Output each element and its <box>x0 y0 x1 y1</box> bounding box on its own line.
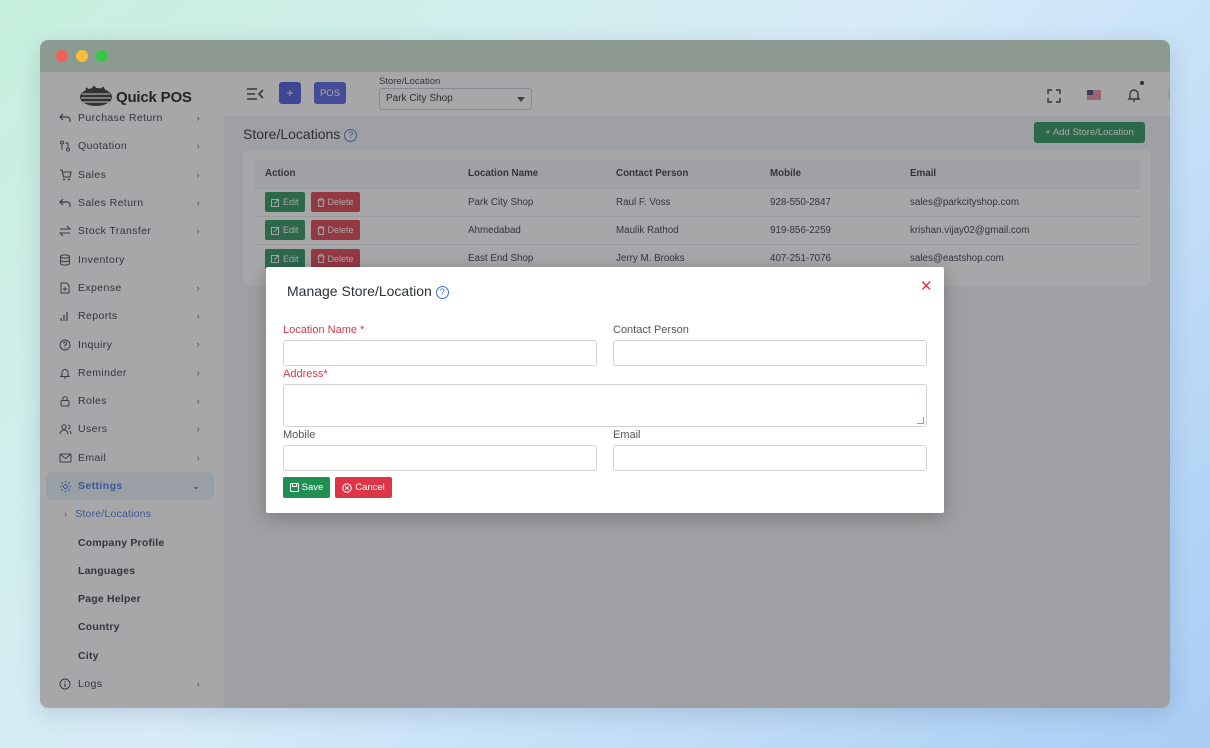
save-label: Save <box>301 482 324 493</box>
contact-person-input[interactable] <box>613 340 927 366</box>
maximize-window-button[interactable] <box>96 50 108 62</box>
location-name-label: Location Name * <box>283 324 365 336</box>
address-label: Address* <box>283 368 328 380</box>
minimize-window-button[interactable] <box>76 50 88 62</box>
save-button[interactable]: Save <box>283 477 330 498</box>
app-window: Quick POS Purchase Return › Quotation › Sale… <box>40 40 1170 708</box>
mobile-label: Mobile <box>283 429 316 441</box>
manage-store-location-modal: Manage Store/Location? ✕ Location Name *… <box>266 267 944 513</box>
help-icon[interactable]: ? <box>435 286 449 299</box>
email-label: Email <box>613 429 641 441</box>
contact-person-label: Contact Person <box>613 324 689 336</box>
modal-title: Manage Store/Location? <box>287 283 449 299</box>
close-icon[interactable]: ✕ <box>920 277 933 295</box>
mobile-input[interactable] <box>283 445 597 471</box>
location-name-input[interactable] <box>283 340 597 366</box>
cancel-label: Cancel <box>355 482 385 493</box>
email-input[interactable] <box>613 445 927 471</box>
save-icon <box>289 483 299 492</box>
cancel-circle-icon <box>342 482 352 493</box>
window-titlebar <box>40 40 1170 72</box>
close-window-button[interactable] <box>56 50 68 62</box>
cancel-button[interactable]: Cancel <box>335 477 392 498</box>
modal-title-text: Manage Store/Location <box>287 283 432 299</box>
address-textarea[interactable] <box>283 384 927 427</box>
